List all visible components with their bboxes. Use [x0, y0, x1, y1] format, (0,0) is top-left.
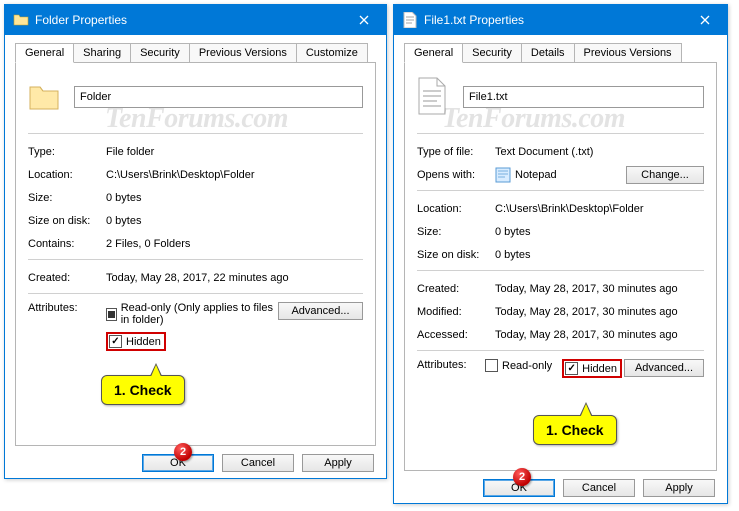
value-location: C:\Users\Brink\Desktop\Folder — [495, 203, 704, 215]
tab-previous-versions[interactable]: Previous Versions — [574, 43, 682, 62]
label-attributes: Attributes: — [417, 359, 485, 371]
value-created: Today, May 28, 2017, 30 minutes ago — [495, 283, 704, 295]
file-properties-dialog: File1.txt Properties General Security De… — [393, 4, 728, 504]
hidden-highlight: Hidden — [562, 359, 622, 378]
readonly-checkbox[interactable]: Read-only (Only applies to files in fold… — [106, 302, 278, 326]
value-size-on-disk: 0 bytes — [495, 249, 704, 261]
tab-security[interactable]: Security — [462, 43, 522, 62]
folder-properties-dialog: Folder Properties General Sharing Securi… — [4, 4, 387, 479]
value-size: 0 bytes — [495, 226, 704, 238]
tab-panel-general: Type of file:Text Document (.txt) Opens … — [404, 62, 717, 471]
separator — [28, 293, 363, 294]
label-accessed: Accessed: — [417, 329, 495, 341]
step-2-badge: 2 — [513, 468, 531, 486]
tab-customize[interactable]: Customize — [296, 43, 368, 62]
step-2-badge: 2 — [174, 443, 192, 461]
tab-previous-versions[interactable]: Previous Versions — [189, 43, 297, 62]
apply-button[interactable]: Apply — [302, 454, 374, 472]
value-type: File folder — [106, 146, 363, 158]
label-created: Created: — [417, 283, 495, 295]
label-type: Type: — [28, 146, 106, 158]
titlebar: File1.txt Properties — [394, 5, 727, 35]
label-size: Size: — [28, 192, 106, 204]
folder-large-icon — [28, 77, 60, 117]
text-file-icon — [402, 12, 418, 28]
titlebar: Folder Properties — [5, 5, 386, 35]
advanced-button[interactable]: Advanced... — [278, 302, 363, 320]
label-location: Location: — [28, 169, 106, 181]
checkbox-indeterminate-icon — [106, 308, 117, 321]
close-button[interactable] — [682, 5, 727, 35]
value-type-of-file: Text Document (.txt) — [495, 146, 704, 158]
value-modified: Today, May 28, 2017, 30 minutes ago — [495, 306, 704, 318]
name-input[interactable] — [463, 86, 704, 108]
value-size: 0 bytes — [106, 192, 363, 204]
label-modified: Modified: — [417, 306, 495, 318]
callout-check: 1. Check — [101, 375, 185, 405]
checkbox-checked-icon — [109, 335, 122, 348]
label-size-on-disk: Size on disk: — [28, 215, 106, 227]
value-accessed: Today, May 28, 2017, 30 minutes ago — [495, 329, 704, 341]
label-attributes: Attributes: — [28, 302, 106, 314]
label-location: Location: — [417, 203, 495, 215]
tab-security[interactable]: Security — [130, 43, 190, 62]
window-title: Folder Properties — [35, 13, 127, 27]
hidden-checkbox[interactable]: Hidden — [565, 362, 617, 375]
hidden-checkbox[interactable]: Hidden — [109, 335, 161, 348]
label-type-of-file: Type of file: — [417, 146, 495, 158]
checkbox-empty-icon — [485, 359, 498, 372]
advanced-button[interactable]: Advanced... — [624, 359, 704, 377]
separator — [28, 259, 363, 260]
label-created: Created: — [28, 272, 106, 284]
tabs: General Sharing Security Previous Versio… — [15, 43, 376, 62]
tab-general[interactable]: General — [404, 43, 463, 63]
checkbox-checked-icon — [565, 362, 578, 375]
cancel-button[interactable]: Cancel — [563, 479, 635, 497]
value-location: C:\Users\Brink\Desktop\Folder — [106, 169, 363, 181]
change-button[interactable]: Change... — [626, 166, 704, 184]
tab-sharing[interactable]: Sharing — [73, 43, 131, 62]
value-opens-with: Notepad — [495, 167, 626, 183]
separator — [417, 190, 704, 191]
separator — [417, 350, 704, 351]
tab-panel-general: Type:File folder Location:C:\Users\Brink… — [15, 62, 376, 446]
readonly-checkbox[interactable]: Read-only — [485, 359, 552, 372]
tabs: General Security Details Previous Versio… — [404, 43, 717, 62]
window-title: File1.txt Properties — [424, 13, 524, 27]
folder-icon — [13, 12, 29, 28]
value-size-on-disk: 0 bytes — [106, 215, 363, 227]
label-size: Size: — [417, 226, 495, 238]
label-size-on-disk: Size on disk: — [417, 249, 495, 261]
hidden-highlight: Hidden — [106, 332, 166, 351]
hidden-label: Hidden — [582, 363, 617, 375]
label-opens-with: Opens with: — [417, 169, 495, 181]
label-contains: Contains: — [28, 238, 106, 250]
notepad-icon — [495, 167, 511, 183]
close-button[interactable] — [341, 5, 386, 35]
tab-details[interactable]: Details — [521, 43, 575, 62]
name-input[interactable] — [74, 86, 363, 108]
tab-general[interactable]: General — [15, 43, 74, 63]
apply-button[interactable]: Apply — [643, 479, 715, 497]
text-file-large-icon — [417, 77, 449, 117]
value-contains: 2 Files, 0 Folders — [106, 238, 363, 250]
separator — [28, 133, 363, 134]
separator — [417, 133, 704, 134]
callout-check: 1. Check — [533, 415, 617, 445]
cancel-button[interactable]: Cancel — [222, 454, 294, 472]
hidden-label: Hidden — [126, 336, 161, 348]
readonly-label: Read-only — [502, 360, 552, 372]
value-created: Today, May 28, 2017, 22 minutes ago — [106, 272, 363, 284]
readonly-label: Read-only (Only applies to files in fold… — [121, 302, 278, 326]
separator — [417, 270, 704, 271]
